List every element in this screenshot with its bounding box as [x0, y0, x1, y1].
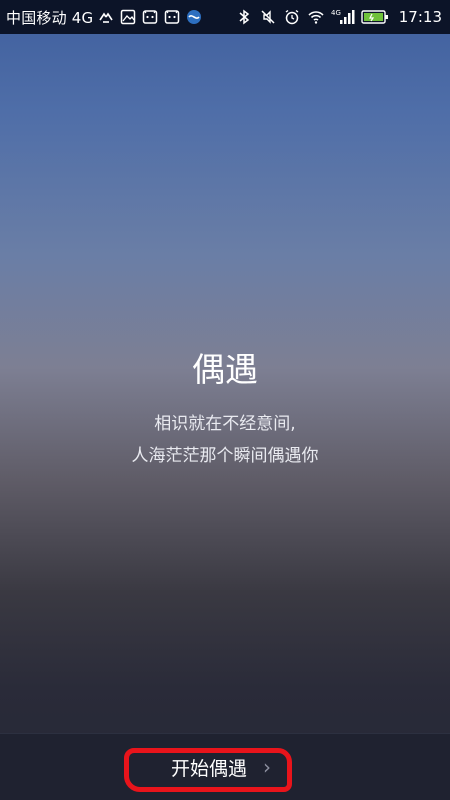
wifi-icon [307, 8, 325, 26]
clock: 17:13 [398, 8, 442, 26]
android-icon [141, 8, 159, 26]
mute-icon [259, 8, 277, 26]
subtitle-line-1: 相识就在不经意间, [154, 414, 296, 434]
bluetooth-icon [235, 8, 253, 26]
status-bar-right: 4G 17:13 [235, 8, 450, 26]
subtitle-line-2: 人海茫茫那个瞬间偶遇你 [131, 446, 319, 466]
subtitle: 相识就在不经意间, 人海茫茫那个瞬间偶遇你 [0, 408, 450, 472]
alarm-icon [283, 8, 301, 26]
image-icon [119, 8, 137, 26]
network-type-label: 4G [331, 9, 341, 17]
status-bar: 中国移动 4G 4G 17:13 [0, 0, 450, 34]
china-mobile-icon [185, 8, 203, 26]
cell-signal-icon: 4G [331, 8, 355, 26]
start-encounter-label: 开始偶遇 [170, 757, 247, 780]
status-bar-left: 中国移动 4G [0, 7, 203, 28]
page-title: 偶遇 [192, 350, 258, 389]
intro-content: 偶遇 相识就在不经意间, 人海茫茫那个瞬间偶遇你 [0, 344, 450, 472]
carrier-label: 中国移动 4G [6, 8, 94, 27]
screen: 中国移动 4G 4G 17:13 偶遇 相识就在不经意间, 人海茫茫那个瞬间偶遇… [0, 0, 450, 800]
battery-icon [361, 8, 389, 26]
android-icon [163, 8, 181, 26]
start-encounter-button[interactable]: 开始偶遇 › [146, 746, 296, 788]
bottom-bar: 开始偶遇 › [0, 733, 450, 800]
chevron-right-icon: › [263, 755, 271, 779]
signal-arrows-icon [97, 8, 115, 26]
